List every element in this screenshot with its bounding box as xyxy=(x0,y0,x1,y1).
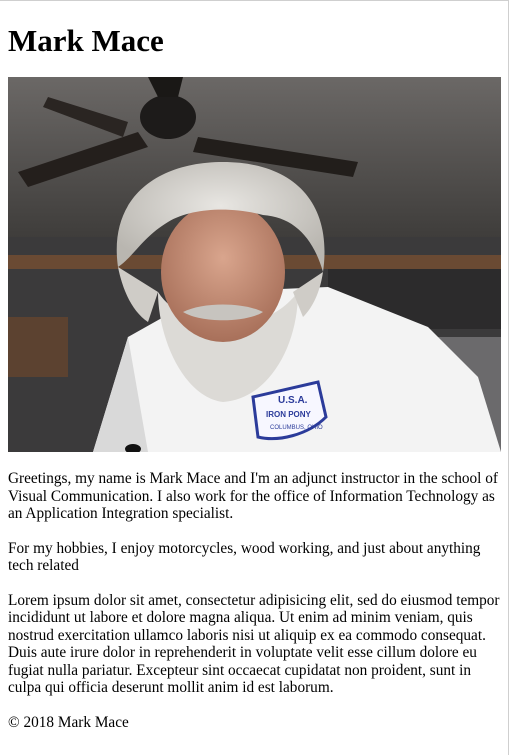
page-title: Mark Mace xyxy=(8,23,164,58)
footer: © 2018 Mark Mace xyxy=(8,714,500,732)
intro-paragraph: Greetings, my name is Mark Mace and I'm … xyxy=(8,470,499,522)
shirt-text-city: COLUMBUS, OHIO xyxy=(270,425,323,431)
page: Mark Mace U.S.A. IRON PONY COLUMBUS, OHI… xyxy=(0,25,508,731)
portrait-photo: U.S.A. IRON PONY COLUMBUS, OHIO xyxy=(8,77,501,452)
bio-content: Greetings, my name is Mark Mace and I'm … xyxy=(8,470,500,697)
hobbies-paragraph: For my hobbies, I enjoy motorcycles, woo… xyxy=(8,539,481,575)
copyright-text: © 2018 Mark Mace xyxy=(8,713,129,731)
lorem-paragraph: Lorem ipsum dolor sit amet, consectetur … xyxy=(8,591,500,697)
shirt-text-usa: U.S.A. xyxy=(278,395,308,406)
shirt-text-brand: IRON PONY xyxy=(266,410,312,419)
